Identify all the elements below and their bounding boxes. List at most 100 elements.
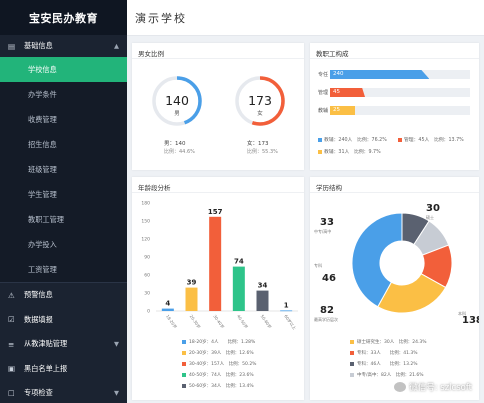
staff-bar-fill bbox=[330, 70, 430, 79]
sidebar-item-4[interactable]: 班级管理 bbox=[0, 157, 127, 182]
row-text: 专科：33人 比例：41.3% bbox=[357, 350, 418, 356]
nav-group-3[interactable]: ▣ 黑白名单上报 bbox=[0, 357, 127, 382]
female-ratio: 比例：55.3% bbox=[247, 149, 278, 155]
nav-group-label: 从教津贴管理 bbox=[24, 339, 68, 349]
sidebar-item-5[interactable]: 学生管理 bbox=[0, 182, 127, 207]
row-swatch bbox=[350, 339, 354, 344]
staff-bar-row: 专任 240 bbox=[318, 70, 470, 80]
age-bar bbox=[161, 308, 174, 311]
x-tick-label: 40-50岁 bbox=[236, 313, 250, 329]
sidebar-item-8[interactable]: 工资管理 bbox=[0, 257, 127, 282]
sidebar-item-1[interactable]: 办学条件 bbox=[0, 82, 127, 107]
card-title: 学历结构 bbox=[310, 177, 479, 193]
y-tick-label: 150 bbox=[141, 219, 150, 225]
legend-swatch bbox=[398, 137, 402, 142]
female-count: 173 bbox=[248, 93, 272, 108]
age-bar-value-label: 34 bbox=[258, 282, 268, 290]
nav-group-basic-info[interactable]: ▤ 基础信息 ▲ bbox=[0, 35, 127, 57]
education-table-row: 中专/高中：82人 比例：21.6% bbox=[350, 370, 424, 379]
x-tick-label: 30-40岁 bbox=[212, 313, 226, 329]
card-title: 年龄段分析 bbox=[132, 177, 304, 193]
nav-group-icon: ▣ bbox=[8, 364, 16, 374]
row-text: 18-20岁：4人 比例：1.28% bbox=[189, 339, 256, 345]
education-donut-chart: 30硕士 33中专/高中 46专科 82最高学历层次 138本科 bbox=[314, 203, 479, 326]
donut-category-label: 本科 bbox=[458, 310, 466, 316]
nav-group-icon: ☐ bbox=[8, 388, 15, 398]
y-tick-label: 60 bbox=[144, 273, 150, 279]
legend-text: 教辅：31人 比例：9.7% bbox=[324, 150, 381, 155]
gender-ratio-card: 男女比例 140 男 173 女 男：140 比例：44.6% 女：173 比例… bbox=[132, 43, 304, 170]
chevron-down-icon: ▼ bbox=[114, 340, 119, 349]
sidebar-item-2[interactable]: 收费管理 bbox=[0, 107, 127, 132]
page-title: 演示学校 bbox=[127, 0, 484, 36]
age-bar-value-label: 1 bbox=[284, 301, 289, 309]
row-swatch bbox=[350, 372, 354, 377]
y-tick-label: 180 bbox=[141, 201, 150, 207]
age-bar-value-label: 157 bbox=[208, 208, 223, 216]
staff-bar-name: 管理 bbox=[318, 90, 329, 96]
sidebar-item-7[interactable]: 办学投入 bbox=[0, 232, 127, 257]
donut-category-label: 硕士 bbox=[426, 214, 434, 220]
legend-swatch bbox=[318, 149, 322, 154]
nav-group-0[interactable]: ⚠ 预警信息 bbox=[0, 283, 127, 308]
chevron-down-icon: ▼ bbox=[114, 389, 119, 398]
donut-value-label: 33 bbox=[320, 217, 334, 228]
age-bar bbox=[185, 287, 198, 311]
male-label: 男 bbox=[174, 111, 180, 117]
row-swatch bbox=[182, 372, 186, 377]
basic-info-submenu: 学校信息 办学条件 收费管理 招生信息 班级管理 学生管理 教职工管理 办学投入 工资管理 bbox=[0, 57, 127, 282]
age-table-row: 20-30岁：39人 比例：12.6% bbox=[182, 348, 254, 357]
education-table-row: 硕士研究生：30人 比例：24.3% bbox=[350, 337, 427, 346]
staff-legend-item: 管理：45人 比例：13.7% bbox=[398, 136, 464, 143]
legend-text: 管理：45人 比例：13.7% bbox=[404, 138, 464, 143]
staff-composition-card: 教职工构成 专任 240 管理 45 教辅 25 教辅：240人 比例：76.2% 管理：4… bbox=[310, 43, 479, 170]
wechat-icon bbox=[394, 382, 407, 392]
nav-group-4[interactable]: ☐ 专项检查 ▼ bbox=[0, 381, 127, 403]
donut-category-label: 专科 bbox=[314, 262, 322, 268]
sidebar-item-0[interactable]: 学校信息 bbox=[0, 57, 127, 82]
age-bar bbox=[280, 310, 293, 312]
female-label: 女 bbox=[257, 111, 263, 117]
nav-group-icon: ≡ bbox=[8, 339, 15, 349]
x-tick-label: 20-30岁 bbox=[189, 313, 203, 329]
brand-logo-text[interactable]: 宝安民办教育 bbox=[0, 0, 127, 35]
nav-group-1[interactable]: ☑ 数据填报 bbox=[0, 308, 127, 333]
male-count: 140 bbox=[165, 93, 189, 108]
age-table-row: 30-40岁：157人 比例：50.2% bbox=[182, 359, 256, 368]
sidebar-item-3[interactable]: 招生信息 bbox=[0, 132, 127, 157]
education-structure-card: 学历结构 30硕士 33中专/高中 46专科 82最高学历层次 138本科 硕士研究生：… bbox=[310, 177, 479, 400]
staff-bar-name: 专任 bbox=[318, 72, 329, 78]
watermark: 微信号: szlcsoft bbox=[394, 381, 472, 393]
age-table-row: 18-20岁：4人 比例：1.28% bbox=[182, 337, 255, 346]
staff-bar-value: 45 bbox=[333, 89, 340, 95]
nav-group-2[interactable]: ≡ 从教津贴管理 ▼ bbox=[0, 332, 127, 357]
card-title: 教职工构成 bbox=[310, 43, 479, 59]
row-swatch bbox=[182, 383, 186, 388]
row-swatch bbox=[350, 350, 354, 355]
nav-group-label: 数据填报 bbox=[24, 314, 53, 324]
nav-group-label: 专项检查 bbox=[24, 388, 53, 398]
education-table-row: 专科：33人 比例：41.3% bbox=[350, 348, 418, 357]
age-table-row: 50-60岁：34人 比例：13.4% bbox=[182, 381, 254, 390]
male-count-line: 男：140 bbox=[164, 141, 186, 147]
staff-legend-item: 教辅：240人 比例：76.2% bbox=[318, 136, 387, 143]
nav-group-label: 黑白名单上报 bbox=[24, 363, 68, 373]
main-area: 演示学校 男女比例 140 男 173 女 男：140 比例：44.6% 女：1… bbox=[127, 0, 484, 403]
y-tick-label: 90 bbox=[144, 255, 150, 261]
row-text: 硕士研究生：30人 比例：24.3% bbox=[357, 339, 427, 345]
staff-bar-track: 25 bbox=[330, 106, 470, 115]
staff-bar-track: 240 bbox=[330, 70, 470, 79]
sidebar-other-groups: ⚠ 预警信息 ☑ 数据填报 ≡ 从教津贴管理 ▼ ▣ 黑白名单上报 ☐ 专项检查 ▼ bbox=[0, 283, 127, 403]
sidebar-item-6[interactable]: 教职工管理 bbox=[0, 207, 127, 232]
row-text: 40-50岁：74人 比例：23.6% bbox=[189, 372, 254, 378]
row-swatch bbox=[182, 361, 186, 366]
age-bar bbox=[209, 216, 222, 311]
education-table-row: 专科：46人 比例：13.2% bbox=[350, 359, 418, 368]
staff-bar-name: 教辅 bbox=[318, 108, 329, 114]
row-text: 20-30岁：39人 比例：12.6% bbox=[189, 350, 254, 356]
x-tick-label: 18-20岁 bbox=[165, 313, 179, 329]
nav-group-label: 预警信息 bbox=[24, 290, 53, 300]
legend-swatch bbox=[318, 137, 322, 142]
sidebar: 宝安民办教育 ▤ 基础信息 ▲ 学校信息 办学条件 收费管理 招生信息 班级管理 学生管理… bbox=[0, 0, 127, 403]
age-distribution-card: 年龄段分析 0 30 60 90 120 150 180 4 18-20岁 39 20-30岁 157… bbox=[132, 177, 304, 400]
